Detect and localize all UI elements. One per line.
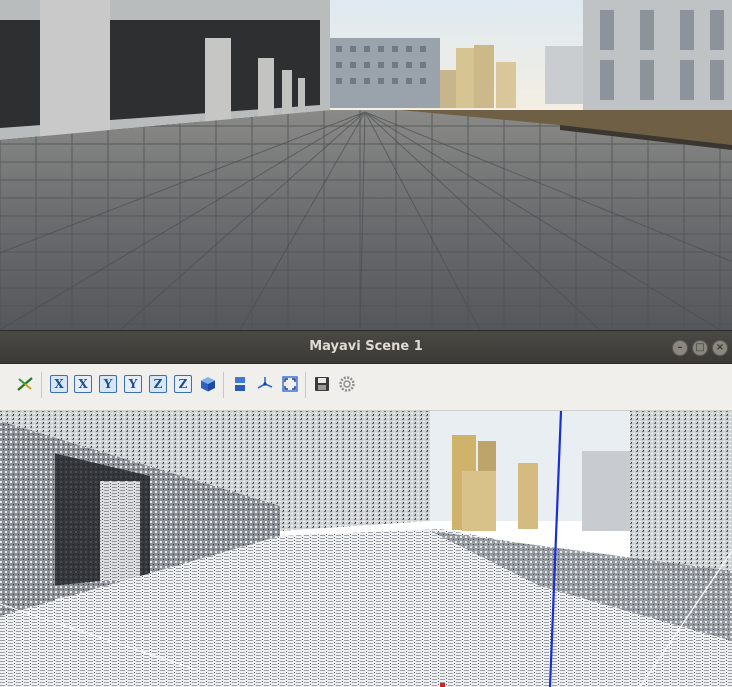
point-cloud-render (0, 411, 732, 687)
toolbar-separator (305, 372, 306, 398)
view-x-negative-button[interactable]: X (74, 375, 92, 393)
view-y-positive-button[interactable]: Y (99, 375, 117, 393)
isometric-view-button[interactable] (199, 375, 217, 393)
view-z-negative-button[interactable]: Z (174, 375, 192, 393)
save-icon (315, 377, 329, 391)
toggle-axes-button[interactable] (256, 375, 274, 393)
toggle-axes-icon (257, 377, 273, 389)
3d-scene-viewport[interactable] (0, 411, 732, 687)
mayavi-window: Mayavi Scene 1 – □ × X X Y Y Z Z (0, 331, 732, 687)
fullscreen-button[interactable] (281, 375, 299, 393)
mayavi-logo-icon[interactable] (16, 375, 34, 393)
window-title: Mayavi Scene 1 (309, 339, 423, 354)
view-z-positive-button[interactable]: Z (149, 375, 167, 393)
toolbar-separator (223, 372, 224, 398)
save-button[interactable] (313, 375, 331, 393)
settings-button[interactable] (338, 375, 356, 393)
settings-icon (339, 376, 355, 392)
window-titlebar[interactable]: Mayavi Scene 1 – □ × (0, 331, 732, 364)
close-button[interactable]: × (712, 340, 728, 356)
scene-toolbar: X X Y Y Z Z (0, 364, 732, 411)
fullscreen-icon (282, 376, 298, 392)
maximize-button[interactable]: □ (692, 340, 708, 356)
toolbar-separator (41, 372, 42, 398)
toggle-parallel-projection-icon (235, 377, 245, 391)
view-y-negative-button[interactable]: Y (124, 375, 142, 393)
minimize-button[interactable]: – (672, 340, 688, 356)
view-x-positive-button[interactable]: X (50, 375, 68, 393)
isometric-view-icon (201, 377, 215, 392)
camera-image (0, 0, 732, 330)
street-photo (0, 0, 732, 330)
toggle-parallel-projection-button[interactable] (231, 375, 249, 393)
